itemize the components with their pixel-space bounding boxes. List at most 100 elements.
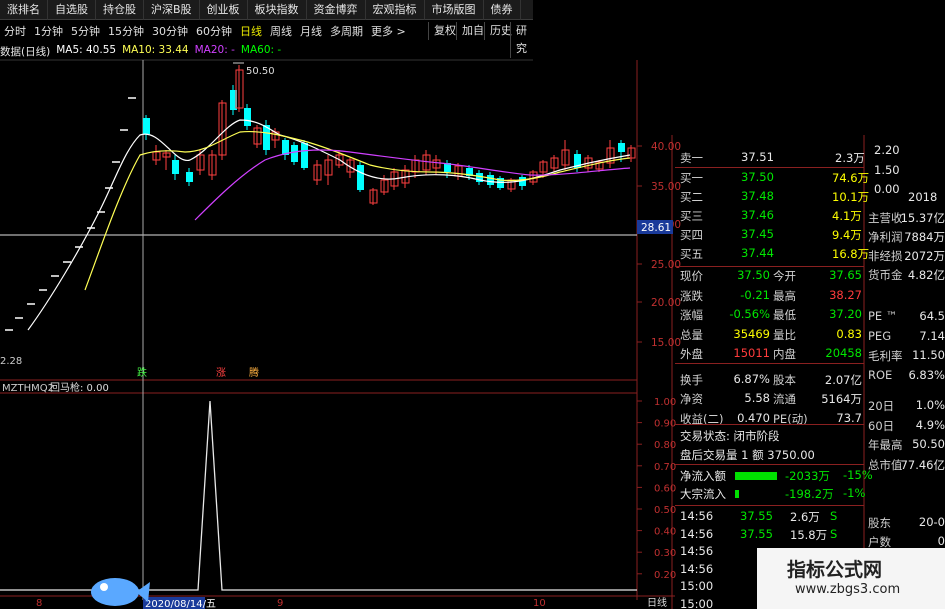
signal-mark: 涨	[216, 367, 226, 379]
flow-bar	[735, 472, 777, 480]
mini-axis-label: 1.50	[874, 162, 900, 177]
candle-body	[244, 108, 251, 126]
fund-value: 4.82亿	[907, 268, 945, 282]
tick-time: 14:56	[680, 509, 714, 523]
fund-value: 15.37亿	[900, 211, 945, 225]
quote-label: 量比	[773, 327, 796, 342]
candle-body	[186, 172, 193, 182]
watermark-url: www.zbgs3.com	[795, 582, 901, 597]
candle-body	[143, 118, 150, 134]
quote-label: 涨幅	[680, 308, 703, 322]
quote-value: 5164万	[821, 392, 862, 406]
quote-value: 37.65	[829, 268, 862, 282]
indicator-period-label: 日线	[647, 596, 667, 609]
bid-label: 买三	[680, 209, 703, 223]
fund-label: ROE	[868, 367, 893, 382]
bid-volume: 16.8万	[832, 247, 870, 261]
quote-value: 15011	[733, 346, 770, 360]
flow-value: -198.2万	[785, 487, 834, 501]
indicator-value: 回马枪: 0.00	[50, 381, 109, 394]
fund-value: 7884万	[904, 230, 945, 244]
quote-value: -0.21	[740, 287, 770, 302]
quote-label: 换手	[680, 372, 703, 387]
fund-value: 4.9%	[915, 417, 945, 432]
fund-label: 年最高	[868, 438, 903, 452]
quote-separator	[675, 424, 864, 425]
fish-icon	[91, 578, 139, 606]
mini-axis-label: 2.20	[874, 143, 900, 157]
bid-volume: 4.1万	[832, 209, 862, 223]
indicator-axis-label: 0.60	[654, 483, 676, 494]
fund-label: PE ™	[868, 309, 898, 323]
price-label: 15.00	[651, 337, 681, 349]
flow-label: 大宗流入	[680, 487, 726, 501]
ask-volume: 2.3万	[835, 151, 865, 165]
quote-value: 35469	[733, 326, 770, 341]
candle-body	[172, 160, 179, 174]
quote-label: 现价	[680, 269, 703, 283]
indicator-line	[0, 400, 637, 591]
date-label: 8	[36, 598, 42, 609]
book-separator	[675, 167, 864, 168]
tick-price: 37.55	[740, 509, 773, 523]
bid-volume: 74.6万	[832, 171, 870, 185]
fund-value: 0	[937, 534, 945, 548]
fund-value: 7.14	[919, 328, 945, 343]
price-label: 25.00	[651, 259, 681, 271]
flow-value: -2033万	[785, 469, 830, 483]
tick-flag: S	[830, 526, 838, 541]
quote-value: 37.20	[829, 307, 862, 321]
fund-label: 主营收	[868, 211, 903, 225]
mini-axis-label: 0.00	[874, 182, 900, 196]
report-year: 2018	[908, 190, 938, 204]
quote-value: -0.56%	[729, 307, 770, 321]
tick-time: 14:56	[680, 561, 714, 576]
fund-value: 1.0%	[915, 398, 945, 412]
indicator-axis-label: 0.20	[654, 570, 676, 581]
fund-label: 净利润	[868, 230, 903, 244]
indicator-name: MZTHMQ2	[2, 383, 54, 394]
trade-status: 交易状态: 闭市阶段	[680, 429, 780, 443]
candle-body	[301, 143, 308, 168]
indicator-axis-label: 0.50	[654, 505, 676, 516]
tick-time: 14:56	[680, 544, 714, 558]
bid-label: 买二	[680, 190, 703, 204]
date-label: 10	[533, 598, 546, 609]
price-label: 20.00	[651, 297, 681, 309]
quote-value: 37.50	[737, 268, 770, 282]
ask-label: 卖一	[680, 151, 703, 165]
bid-price: 37.46	[741, 208, 774, 222]
tick-volume: 15.8万	[790, 527, 828, 542]
indicator-axis-label: 0.70	[654, 462, 676, 473]
quote-value: 5.58	[744, 391, 770, 405]
date-label: 2020/08/14/五	[145, 599, 216, 609]
tick-volume: 2.6万	[790, 510, 820, 524]
signal-mark: 跌	[137, 366, 147, 379]
tick-flag: S	[830, 509, 838, 523]
ma5-line	[27, 119, 631, 331]
ask-price: 37.51	[741, 150, 774, 164]
indicator-axis-label: 0.40	[654, 527, 676, 538]
flow-separator	[675, 505, 864, 506]
status-separator	[675, 464, 864, 465]
quote-value: 73.7	[836, 410, 862, 425]
indicator-axis-label: 1.00	[654, 397, 676, 408]
fund-value: 2072万	[904, 249, 945, 263]
quote-separator	[675, 363, 864, 364]
candle-body	[357, 165, 364, 190]
candle-body	[487, 175, 494, 185]
quote-value: 38.27	[829, 287, 862, 302]
fund-label: 60日	[868, 418, 895, 433]
low-label: 2.28	[0, 356, 22, 367]
candle-body	[291, 145, 298, 162]
bid-label: 买四	[680, 228, 703, 242]
quote-label: 外盘	[680, 347, 703, 361]
indicator-axis-label: 0.90	[654, 419, 676, 430]
tick-time: 15:00	[680, 596, 714, 609]
fund-label: 总市值	[868, 457, 903, 472]
date-label: 9	[277, 598, 283, 609]
quote-value: 0.83	[836, 326, 862, 341]
bid-price: 37.45	[741, 227, 774, 241]
fund-value: 50.50	[912, 437, 945, 451]
bid-label: 买一	[680, 171, 703, 185]
